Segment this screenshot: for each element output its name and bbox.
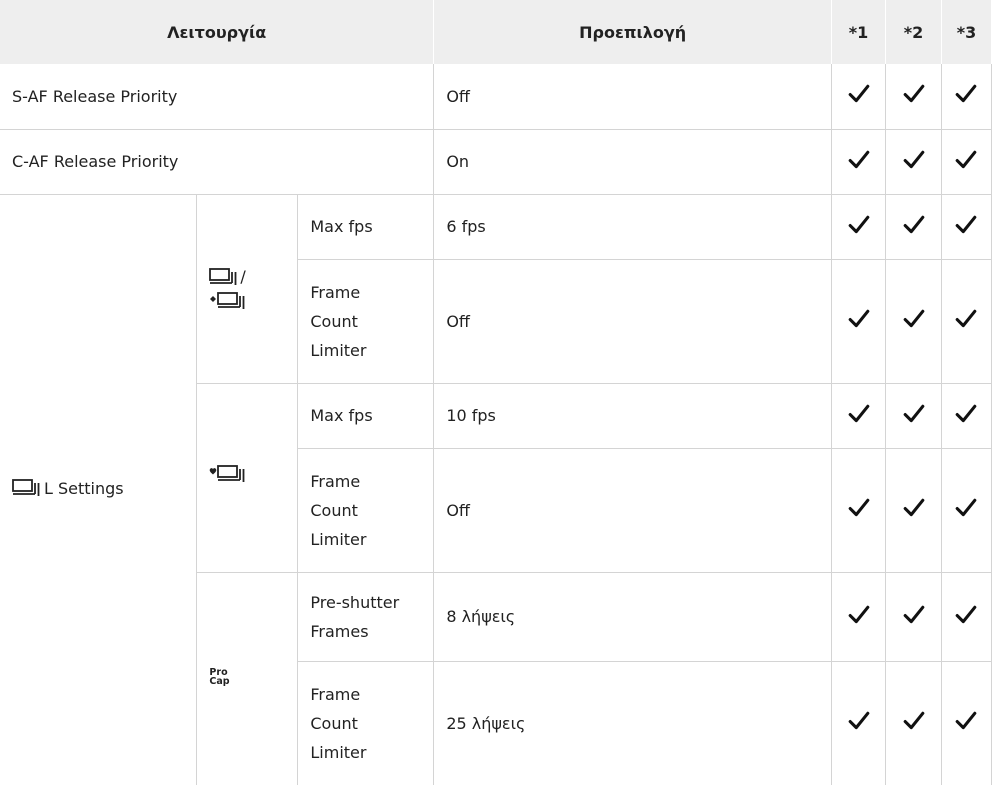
label-line: Count <box>310 500 358 520</box>
sub-setting-label: Max fps <box>297 383 435 449</box>
checkmark-icon <box>848 309 869 328</box>
settings-table: Λειτουργία Προεπιλογή *1 *2 *3 S-AF Rele… <box>0 0 992 785</box>
check-cell <box>885 383 942 449</box>
check-cell <box>941 383 992 449</box>
checkmark-icon <box>903 712 924 730</box>
checkmark-icon <box>956 404 977 422</box>
checkmark-icon <box>956 85 977 103</box>
function-label: S-AF Release Priority <box>0 64 435 130</box>
sub-setting-label: Max fps <box>297 194 435 260</box>
checkmark-icon <box>956 605 977 623</box>
silent-sequential-icon <box>210 465 245 482</box>
checkmark-icon <box>956 712 977 730</box>
default-value: 10 fps <box>433 383 833 449</box>
check-cell <box>885 448 942 573</box>
icon-text: Cap <box>209 676 230 688</box>
check-cell <box>831 661 887 785</box>
checkmark-icon <box>903 309 924 328</box>
check-cell <box>885 129 942 195</box>
label-line: Frame <box>310 471 361 491</box>
checkmark-icon <box>956 150 977 168</box>
default-value: Off <box>433 448 833 573</box>
checkmark-icon <box>903 404 924 422</box>
header-function: Λειτουργία <box>0 0 435 64</box>
checkmark-icon <box>848 712 869 730</box>
label-line: Frames <box>310 621 369 641</box>
checkmark-icon <box>956 309 977 328</box>
default-value: 8 λήψεις <box>433 572 833 662</box>
check-cell <box>885 259 942 384</box>
check-cell <box>885 661 942 785</box>
checkmark-icon <box>903 605 924 623</box>
check-cell <box>831 129 887 195</box>
default-value: Off <box>433 259 833 384</box>
label-line: Count <box>310 713 358 733</box>
check-cell <box>941 572 992 662</box>
label-line: Pre-shutter <box>310 592 400 612</box>
icon-separator: / <box>240 267 246 286</box>
label-line: Limiter <box>310 742 367 762</box>
header-mode-2: *2 <box>885 0 942 64</box>
checkmark-icon <box>848 85 869 103</box>
label-line: Limiter <box>310 529 367 549</box>
label-line: Frame <box>310 684 361 704</box>
lsettings-label-cell: L Settings <box>0 194 198 785</box>
check-cell <box>831 383 887 449</box>
check-cell <box>941 661 992 785</box>
checkmark-icon <box>903 85 924 103</box>
header-row: Λειτουργία Προεπιλογή *1 *2 *3 <box>0 0 992 64</box>
procap-icon-cell: Pro Cap <box>196 572 299 785</box>
default-value: Off <box>433 64 833 130</box>
checkmark-icon <box>848 498 869 517</box>
check-cell <box>941 448 992 573</box>
checkmark-icon <box>956 498 977 517</box>
check-cell <box>941 64 992 130</box>
check-cell <box>941 194 992 260</box>
lsettings-label: L Settings <box>44 478 124 498</box>
checkmark-icon <box>848 150 869 168</box>
sequential-shooting-icon <box>12 479 40 496</box>
check-cell <box>831 572 887 662</box>
header-default: Προεπιλογή <box>433 0 833 64</box>
default-value: 6 fps <box>433 194 833 260</box>
checkmark-icon <box>848 215 869 233</box>
sequential-and-silent-sequential-icon <box>209 267 237 285</box>
sub-setting-label: Frame Count Limiter <box>297 448 435 573</box>
header-mode-1: *1 <box>831 0 887 64</box>
sub-setting-label: Frame Count Limiter <box>297 661 435 785</box>
check-cell <box>885 572 942 662</box>
checkmark-icon <box>848 605 869 623</box>
checkmark-icon <box>903 498 924 517</box>
check-cell <box>831 194 887 260</box>
checkmark-icon <box>903 150 924 168</box>
table-row-seq-max-fps: L Settings / Max fps 6 fps <box>0 194 992 785</box>
check-cell <box>885 194 942 260</box>
check-cell <box>831 64 887 130</box>
default-value: On <box>433 129 833 195</box>
table-row-s-af: S-AF Release Priority Off <box>0 64 992 130</box>
silent-sequential-icon <box>210 292 245 309</box>
check-cell <box>941 129 992 195</box>
seq-icon-cell: / <box>196 194 299 384</box>
check-cell <box>831 448 887 573</box>
checkmark-icon <box>903 215 924 233</box>
header-mode-3: *3 <box>941 0 992 64</box>
default-value: 25 λήψεις <box>433 661 833 785</box>
function-label: C-AF Release Priority <box>0 129 435 195</box>
check-cell <box>885 64 942 130</box>
check-cell <box>941 259 992 384</box>
pro-cap-icon: Pro Cap <box>209 668 230 688</box>
label-line: Frame <box>310 282 361 302</box>
sub-setting-label: Frame Count Limiter <box>297 259 435 384</box>
silent-icon-cell <box>196 383 299 573</box>
settings-table-sheet: Λειτουργία Προεπιλογή *1 *2 *3 S-AF Rele… <box>0 0 992 785</box>
sub-setting-label: Pre-shutter Frames <box>297 572 435 662</box>
checkmark-icon <box>956 215 977 233</box>
label-line: Limiter <box>310 340 367 360</box>
check-cell <box>831 259 887 384</box>
checkmark-icon <box>848 404 869 422</box>
label-line: Count <box>310 311 358 331</box>
table-row-c-af: C-AF Release Priority On <box>0 129 992 195</box>
